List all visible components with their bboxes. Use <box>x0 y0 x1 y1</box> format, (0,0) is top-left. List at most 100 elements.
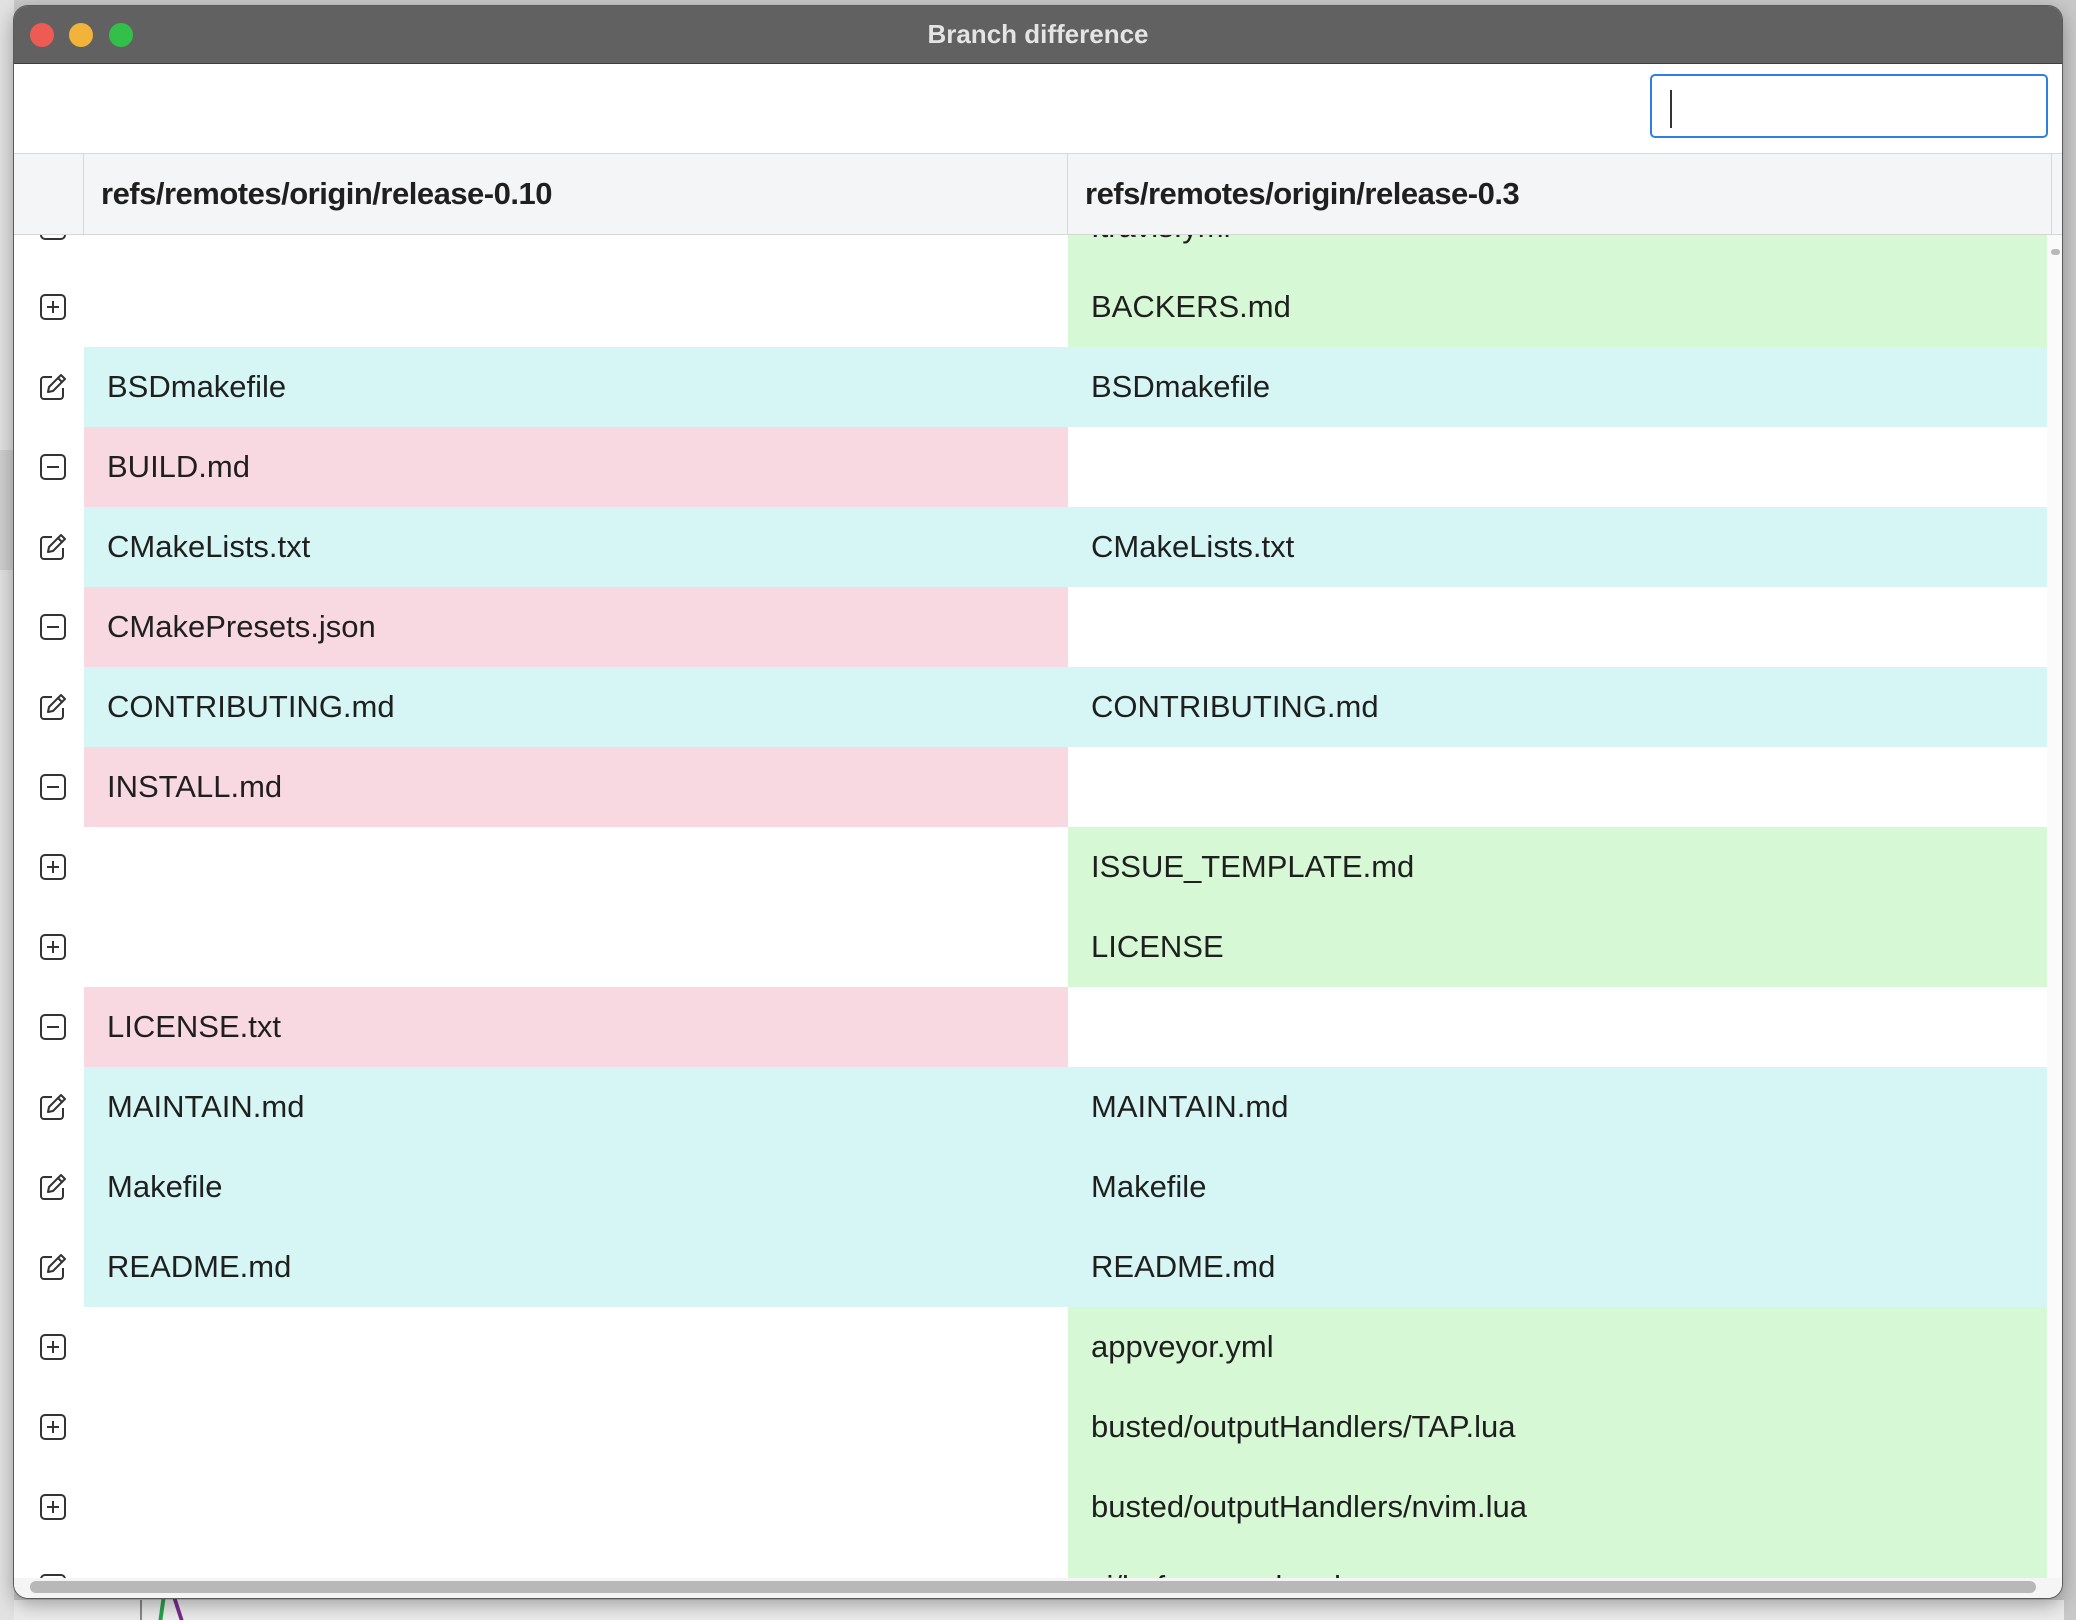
left-file-name: LICENSE.txt <box>107 1009 281 1044</box>
left-file-cell <box>84 1307 1068 1387</box>
right-file-name: CMakeLists.txt <box>1091 529 1295 564</box>
diff-row[interactable]: .travis.yml <box>14 235 2047 267</box>
status-cell <box>14 1227 84 1307</box>
right-file-name: CONTRIBUTING.md <box>1091 689 1379 724</box>
status-cell <box>14 1067 84 1147</box>
right-file-name: BACKERS.md <box>1091 289 1291 324</box>
diff-row[interactable]: CONTRIBUTING.md CONTRIBUTING.md <box>14 667 2047 747</box>
right-file-cell: busted/outputHandlers/TAP.lua <box>1068 1387 2047 1467</box>
status-cell <box>14 1387 84 1467</box>
left-branch-column-header[interactable]: refs/remotes/origin/release-0.10 <box>84 154 1068 234</box>
left-file-name: INSTALL.md <box>107 769 283 804</box>
right-file-name: MAINTAIN.md <box>1091 1089 1289 1124</box>
left-file-name: CMakePresets.json <box>107 609 376 644</box>
right-file-name: appveyor.yml <box>1091 1329 1274 1364</box>
status-cell <box>14 235 84 267</box>
left-file-cell <box>84 267 1068 347</box>
diff-row[interactable]: MAINTAIN.md MAINTAIN.md <box>14 1067 2047 1147</box>
edit-icon <box>38 1092 68 1122</box>
status-cell <box>14 587 84 667</box>
right-file-cell: Makefile <box>1068 1147 2047 1227</box>
left-file-cell: CMakeLists.txt <box>84 507 1068 587</box>
diff-row[interactable]: LICENSE <box>14 907 2047 987</box>
diff-row[interactable]: CMakePresets.json <box>14 587 2047 667</box>
left-file-cell: BSDmakefile <box>84 347 1068 427</box>
diff-row[interactable]: LICENSE.txt <box>14 987 2047 1067</box>
left-file-name: Makefile <box>107 1169 223 1204</box>
right-file-cell <box>1068 427 2047 507</box>
minus-square-icon <box>38 235 68 242</box>
edit-icon <box>38 1252 68 1282</box>
left-file-cell: MAINTAIN.md <box>84 1067 1068 1147</box>
right-file-cell <box>1068 987 2047 1067</box>
status-cell <box>14 747 84 827</box>
right-file-cell: CMakeLists.txt <box>1068 507 2047 587</box>
toolbar <box>14 64 2062 154</box>
table-header: refs/remotes/origin/release-0.10 refs/re… <box>14 154 2062 235</box>
edit-icon <box>38 692 68 722</box>
status-cell <box>14 907 84 987</box>
right-file-name: Makefile <box>1091 1169 1207 1204</box>
left-file-cell: README.md <box>84 1227 1068 1307</box>
plus-square-icon <box>38 852 68 882</box>
vertical-scrollbar-thumb[interactable] <box>2051 249 2060 255</box>
diff-row[interactable]: README.md README.md <box>14 1227 2047 1307</box>
plus-square-icon <box>38 1412 68 1442</box>
status-cell <box>14 1467 84 1547</box>
status-cell <box>14 1307 84 1387</box>
minus-square-icon <box>38 452 68 482</box>
diff-row[interactable]: ISSUE_TEMPLATE.md <box>14 827 2047 907</box>
status-cell <box>14 1147 84 1227</box>
background-panel <box>0 450 14 570</box>
title-bar[interactable]: Branch difference <box>14 6 2062 64</box>
diff-row[interactable]: appveyor.yml <box>14 1307 2047 1387</box>
minus-square-icon <box>38 1012 68 1042</box>
diff-row[interactable]: Makefile Makefile <box>14 1147 2047 1227</box>
right-file-name: BSDmakefile <box>1091 369 1271 404</box>
right-file-cell: .travis.yml <box>1068 235 2047 267</box>
window-title: Branch difference <box>927 19 1149 49</box>
right-file-cell: ISSUE_TEMPLATE.md <box>1068 827 2047 907</box>
diff-file-list[interactable]: .travis.ymlBACKERS.mdBSDmakefileBSDmakef… <box>14 235 2047 1585</box>
background-desktop <box>0 0 14 1620</box>
search-input[interactable] <box>1650 74 2048 138</box>
right-file-cell: CONTRIBUTING.md <box>1068 667 2047 747</box>
right-file-name: busted/outputHandlers/TAP.lua <box>1091 1409 1516 1444</box>
right-file-cell: MAINTAIN.md <box>1068 1067 2047 1147</box>
left-file-cell: CMakePresets.json <box>84 587 1068 667</box>
edit-icon <box>38 532 68 562</box>
diff-row[interactable]: BUILD.md <box>14 427 2047 507</box>
left-file-name: BUILD.md <box>107 449 250 484</box>
status-cell <box>14 507 84 587</box>
left-file-name: BSDmakefile <box>107 369 287 404</box>
status-cell <box>14 827 84 907</box>
right-file-cell <box>1068 587 2047 667</box>
right-file-name: .travis.yml <box>1091 235 1231 267</box>
left-branch-label: refs/remotes/origin/release-0.10 <box>101 176 552 211</box>
left-file-cell <box>84 235 1068 267</box>
diff-row[interactable]: busted/outputHandlers/nvim.lua <box>14 1467 2047 1547</box>
background-app-edge <box>14 1600 2064 1620</box>
status-cell <box>14 667 84 747</box>
right-file-cell: README.md <box>1068 1227 2047 1307</box>
text-cursor <box>1670 90 1672 128</box>
left-file-cell <box>84 827 1068 907</box>
diff-row[interactable]: CMakeLists.txt CMakeLists.txt <box>14 507 2047 587</box>
right-file-cell: BSDmakefile <box>1068 347 2047 427</box>
right-file-name: busted/outputHandlers/nvim.lua <box>1091 1489 1527 1524</box>
plus-square-icon <box>38 1332 68 1362</box>
background-graph-line <box>140 1600 142 1620</box>
right-file-cell: appveyor.yml <box>1068 1307 2047 1387</box>
right-file-cell: BACKERS.md <box>1068 267 2047 347</box>
right-file-cell: LICENSE <box>1068 907 2047 987</box>
diff-row[interactable]: BSDmakefile BSDmakefile <box>14 347 2047 427</box>
status-cell <box>14 267 84 347</box>
horizontal-scrollbar-thumb[interactable] <box>30 1581 2036 1593</box>
vertical-scrollbar[interactable] <box>2047 235 2062 1585</box>
diff-row[interactable]: BACKERS.md <box>14 267 2047 347</box>
diff-row[interactable]: INSTALL.md <box>14 747 2047 827</box>
status-column-header[interactable] <box>14 154 84 234</box>
right-branch-column-header[interactable]: refs/remotes/origin/release-0.3 <box>1068 154 2052 234</box>
left-file-cell <box>84 907 1068 987</box>
diff-row[interactable]: busted/outputHandlers/TAP.lua <box>14 1387 2047 1467</box>
